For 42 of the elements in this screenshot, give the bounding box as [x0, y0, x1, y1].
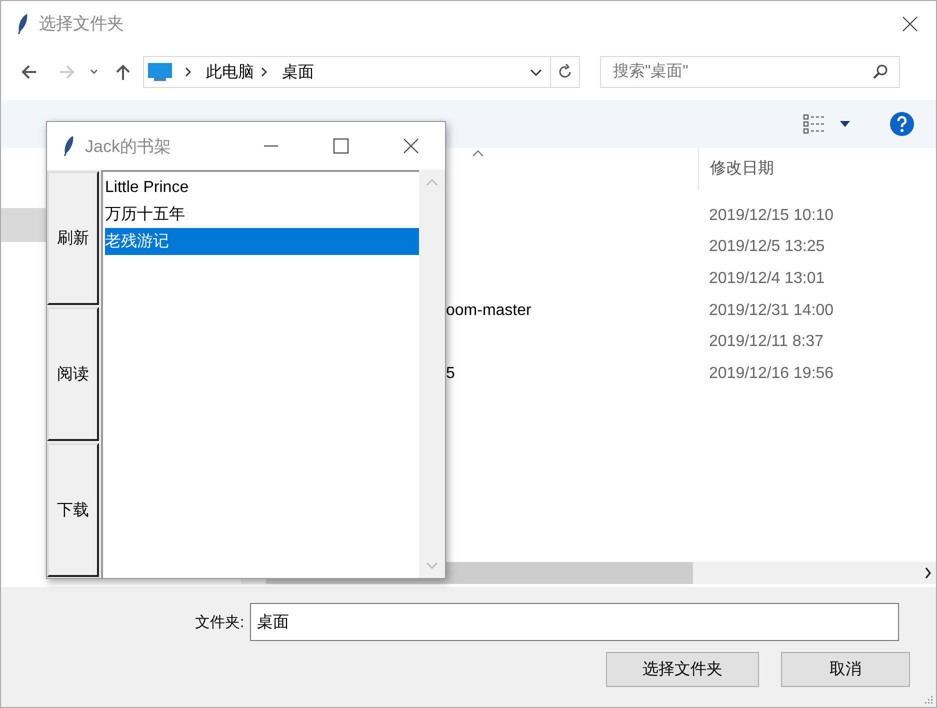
side-button[interactable]: 阅读 [47, 307, 99, 441]
computer-icon [148, 63, 172, 81]
dialog-button[interactable]: 选择文件夹 [606, 652, 759, 687]
maximize-icon[interactable] [333, 138, 349, 154]
side-button[interactable]: 刷新 [47, 171, 99, 305]
resize-grip-icon[interactable] [925, 696, 933, 704]
modified-date: 2019/12/4 13:01 [708, 270, 825, 288]
modified-date: 2019/12/16 19:56 [708, 364, 834, 383]
modified-date: 2019/12/31 14:00 [708, 302, 834, 320]
close-icon[interactable] [403, 138, 419, 154]
caret-icon[interactable] [840, 121, 850, 127]
feather-icon [17, 12, 29, 34]
file-name[interactable]: oom-master [446, 302, 532, 319]
sort-caret-icon[interactable] [472, 150, 484, 157]
book-item[interactable]: 万历十五年 [105, 201, 419, 228]
chevron-icon [184, 67, 192, 77]
breadcrumb[interactable]: 此电脑 [206, 62, 254, 82]
view-options-icon[interactable] [802, 114, 826, 134]
book-item[interactable]: 老残游记 [105, 228, 419, 255]
search-field[interactable]: 搜索"桌面" [600, 56, 900, 88]
help-icon[interactable] [890, 112, 914, 136]
chevron-icon [260, 67, 268, 77]
modified-date: 2019/12/11 8:37 [708, 333, 824, 352]
column-header[interactable]: 修改日期 [698, 148, 774, 190]
refresh-icon[interactable] [557, 64, 573, 80]
folder-label: 文件夹: [195, 612, 244, 632]
book-item[interactable]: Little Prince [105, 174, 419, 201]
dropdown-icon[interactable] [530, 67, 542, 77]
feather-icon [63, 135, 75, 157]
address-bar[interactable]: 此电脑 桌面 [143, 56, 580, 88]
side-button[interactable]: 下载 [47, 443, 99, 577]
close-icon[interactable] [902, 16, 918, 32]
modified-date: 2019/12/5 13:25 [708, 238, 825, 256]
folder-input[interactable]: 桌面 [250, 603, 900, 641]
dialog-button[interactable]: 取消 [781, 652, 910, 687]
window-title: Jack的书架 [85, 136, 172, 158]
file-name[interactable]: 5 [446, 364, 455, 382]
window-title: 选择文件夹 [39, 13, 125, 35]
breadcrumb[interactable]: 桌面 [282, 62, 314, 82]
scroll-right-icon[interactable] [924, 567, 932, 579]
search-icon[interactable] [872, 64, 888, 80]
modified-date: 2019/12/15 10:10 [708, 206, 834, 225]
